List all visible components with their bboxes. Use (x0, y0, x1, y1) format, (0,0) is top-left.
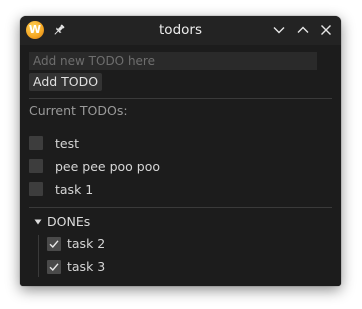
divider (29, 98, 332, 99)
done-label: task 2 (67, 236, 106, 251)
todo-item: test (29, 134, 332, 153)
checkmark-icon (49, 240, 59, 249)
current-todos-heading: Current TODOs: (29, 103, 128, 118)
dones-heading: DONEs (47, 214, 91, 229)
checkmark-icon (49, 263, 59, 272)
main-panel: Add TODO Current TODOs: test pee pee poo… (20, 45, 341, 286)
todo-label: pee pee poo poo (55, 159, 161, 174)
tree-guide-line (38, 235, 39, 277)
done-item: task 3 (47, 257, 332, 276)
new-todo-input[interactable] (29, 52, 317, 70)
app-window: W todors Add new TODO here Add TODO Curr… (20, 16, 341, 286)
close-button[interactable] (319, 23, 333, 37)
todo-checkbox[interactable] (29, 159, 43, 173)
pin-icon[interactable] (52, 23, 66, 37)
todo-checkbox[interactable] (29, 136, 43, 150)
todo-label: task 1 (55, 182, 94, 197)
done-checkbox[interactable] (47, 260, 61, 274)
done-label: task 3 (67, 259, 106, 274)
title-bar[interactable]: W todors (20, 16, 341, 45)
todo-item: pee pee poo poo (29, 157, 332, 176)
minimize-button[interactable] (272, 23, 286, 37)
todo-item: task 1 (29, 180, 332, 199)
window-title: todors (159, 22, 202, 38)
todo-label: test (55, 136, 80, 151)
triangle-down-icon (34, 218, 42, 226)
divider (29, 207, 332, 208)
app-logo-icon[interactable]: W (26, 21, 44, 39)
done-checkbox[interactable] (47, 237, 61, 251)
add-todo-button[interactable]: Add TODO (29, 73, 103, 91)
done-item: task 2 (47, 234, 332, 253)
todo-checkbox[interactable] (29, 182, 43, 196)
maximize-button[interactable] (296, 23, 310, 37)
